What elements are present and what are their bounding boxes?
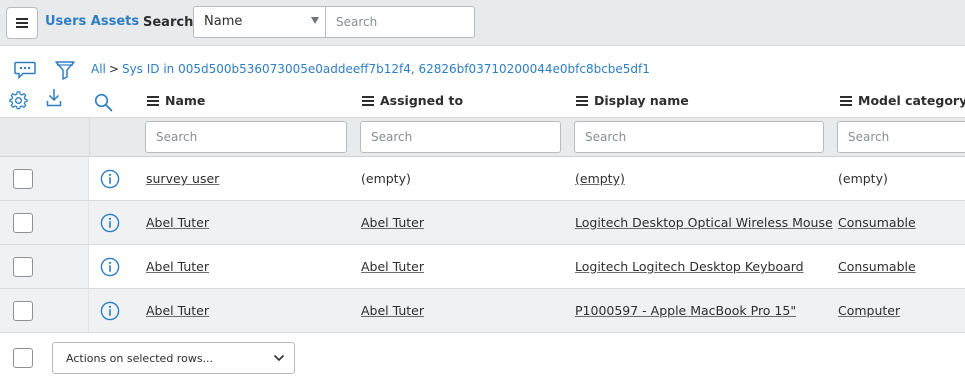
cell-display-name[interactable]: Logitech Desktop Optical Wireless Mouse: [575, 215, 833, 230]
cell-assigned-to: (empty): [361, 171, 411, 186]
column-header-name[interactable]: Name: [147, 93, 205, 108]
download-icon[interactable]: [46, 88, 62, 107]
gear-icon[interactable]: [9, 91, 28, 110]
column-menu-icon[interactable]: [576, 95, 588, 106]
column-menu-icon[interactable]: [362, 95, 374, 106]
actions-select-label: Actions on selected rows...: [66, 352, 214, 365]
cell-display-name[interactable]: (empty): [575, 171, 625, 186]
column-header-label: Assigned to: [380, 93, 464, 108]
list-header: Users Assets Search Name: [0, 0, 965, 46]
info-icon[interactable]: [100, 169, 120, 189]
search-label: Search: [143, 15, 194, 30]
breadcrumb-all[interactable]: All: [91, 62, 106, 76]
header-search-input[interactable]: [325, 6, 475, 38]
list-menu-button[interactable]: [6, 7, 38, 39]
table-row: Abel Tuter Abel Tuter Logitech Logitech …: [0, 245, 965, 289]
table-row: Abel Tuter Abel Tuter Logitech Desktop O…: [0, 201, 965, 245]
column-header-label: Name: [165, 93, 206, 108]
cell-assigned-to[interactable]: Abel Tuter: [361, 303, 424, 318]
row-checkbox[interactable]: [13, 301, 33, 321]
table-row: Abel Tuter Abel Tuter P1000597 - Apple M…: [0, 289, 965, 333]
cell-name[interactable]: Abel Tuter: [146, 303, 209, 318]
column-search-row: [0, 117, 965, 157]
actions-select[interactable]: Actions on selected rows...: [52, 342, 295, 374]
search-field-select[interactable]: Name: [193, 6, 326, 38]
column-header-assigned-to[interactable]: Assigned to: [362, 93, 463, 108]
cell-model-category[interactable]: Computer: [838, 303, 900, 318]
filter-icon[interactable]: [55, 60, 75, 80]
info-icon[interactable]: [100, 301, 120, 321]
chevron-down-icon: [273, 354, 285, 362]
column-header-model-category[interactable]: Model category: [840, 93, 965, 108]
name-search-input[interactable]: [145, 121, 347, 153]
breadcrumb: All > Sys ID in 005d500b536073005e0addeeff…: [91, 62, 650, 76]
column-header-display-name[interactable]: Display name: [576, 93, 689, 108]
search-icon[interactable]: [94, 93, 113, 112]
row-checkbox[interactable]: [13, 257, 33, 277]
breadcrumb-separator: >: [108, 62, 119, 76]
cell-name[interactable]: Abel Tuter: [146, 259, 209, 274]
info-icon[interactable]: [100, 213, 120, 233]
search-field-value: Name: [204, 14, 243, 29]
cell-assigned-to[interactable]: Abel Tuter: [361, 215, 424, 230]
select-all-checkbox[interactable]: [13, 348, 33, 368]
list-title[interactable]: Users Assets: [45, 14, 139, 29]
cell-model-category[interactable]: Consumable: [838, 215, 916, 230]
info-icon[interactable]: [100, 257, 120, 277]
cell-model-category[interactable]: Consumable: [838, 259, 916, 274]
hamburger-icon: [16, 18, 28, 28]
caret-down-icon: [311, 17, 319, 24]
column-menu-icon[interactable]: [147, 95, 159, 106]
breadcrumb-condition[interactable]: Sys ID in 005d500b536073005e0addeeff7b12…: [122, 62, 650, 76]
row-checkbox[interactable]: [13, 213, 33, 233]
assigned-to-search-input[interactable]: [360, 121, 561, 153]
divider: [89, 118, 90, 157]
cell-name[interactable]: survey user: [146, 171, 219, 186]
cell-display-name[interactable]: Logitech Logitech Desktop Keyboard: [575, 259, 804, 274]
cell-name[interactable]: Abel Tuter: [146, 215, 209, 230]
cell-display-name[interactable]: P1000597 - Apple MacBook Pro 15": [575, 303, 796, 318]
column-header-label: Display name: [594, 93, 689, 108]
cell-model-category: (empty): [838, 171, 888, 186]
column-menu-icon[interactable]: [840, 95, 852, 106]
row-checkbox[interactable]: [13, 169, 33, 189]
table-row: survey user (empty) (empty) (empty): [0, 157, 965, 201]
display-name-search-input[interactable]: [574, 121, 824, 153]
chat-icon[interactable]: [14, 61, 36, 79]
column-header-label: Model category: [858, 93, 965, 108]
model-category-search-input[interactable]: [837, 121, 965, 153]
cell-assigned-to[interactable]: Abel Tuter: [361, 259, 424, 274]
